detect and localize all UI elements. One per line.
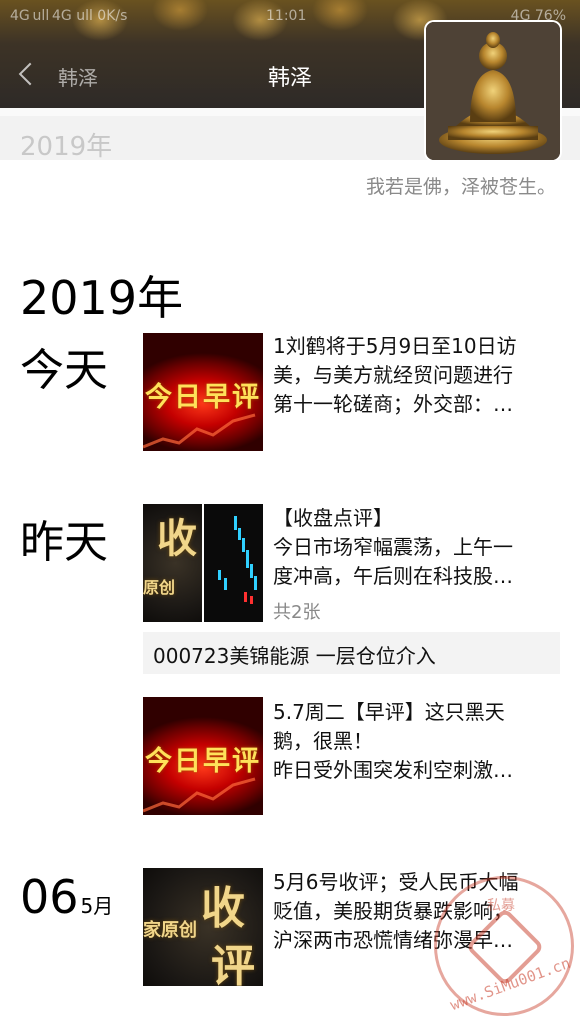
post-line: 5.7周二【早评】这只黑天 (273, 700, 505, 724)
watermark-seal: 私募 www.SiMu001.cn (434, 876, 574, 1016)
day-label-date: 06 5月 (20, 870, 113, 924)
post-text-today-1[interactable]: 1刘鹤将于5月9日至10日访 美，与美方就经贸问题进行 第十一轮磋商；外交部：… (273, 332, 553, 419)
post-line: 度冲高，午后则在科技股… (273, 564, 513, 588)
month-label: 5月 (80, 894, 114, 918)
thumbnail-char: 收 (201, 883, 245, 934)
post-line: 美，与美方就经贸问题进行 (273, 363, 513, 387)
candlestick-chart-icon (218, 516, 257, 604)
watermark-chars: 私募 (487, 898, 515, 914)
sticky-year: 2019年 (20, 132, 113, 162)
post-thumbnail[interactable]: 收 评 家原创 (143, 868, 263, 986)
day-label-today: 今天 (20, 345, 108, 396)
post-line: 鹅，很黑！ (273, 729, 373, 753)
thumbnail-char: 原创 (143, 578, 176, 597)
avatar[interactable] (426, 22, 560, 160)
post-thumbnail-chart[interactable] (204, 504, 263, 622)
post-line: 第十一轮磋商；外交部：… (273, 392, 513, 416)
profile-signature: 我若是佛，泽被苍生。 (365, 176, 556, 198)
post-thumbnail[interactable]: 今日早评 (143, 333, 263, 451)
thumbnail-caption: 今日早评 (145, 382, 261, 413)
text-only-post[interactable]: 000723美锦能源 一层仓位介入 (143, 632, 560, 674)
post-thumbnail[interactable]: 收 原创 (143, 504, 202, 622)
day-label-yesterday: 昨天 (20, 517, 108, 568)
day-number: 06 (20, 870, 79, 924)
thumbnail-char: 评 (211, 941, 255, 986)
year-heading: 2019年 (20, 271, 184, 325)
post-line: 1刘鹤将于5月9日至10日访 (273, 334, 517, 358)
post-line: 【收盘点评】 (273, 506, 393, 530)
thumbnail-char: 收 (157, 516, 197, 562)
thumbnail-char: 家原创 (143, 920, 197, 941)
post-line: 昨日受外围突发利空刺激… (273, 758, 513, 782)
thumbnail-caption: 今日早评 (145, 746, 261, 777)
post-text-yesterday-3[interactable]: 5.7周二【早评】这只黑天 鹅，很黑！ 昨日受外围突发利空刺激… (273, 698, 553, 785)
post-text-yesterday-1[interactable]: 【收盘点评】 今日市场窄幅震荡，上午一 度冲高，午后则在科技股… (273, 504, 553, 591)
buddha-avatar-icon (426, 22, 560, 160)
post-line: 今日市场窄幅震荡，上午一 (273, 535, 513, 559)
image-count: 共2张 (273, 602, 321, 623)
status-signal: 4G ull 4G ull 0K/s (10, 8, 128, 24)
text-post-content: 000723美锦能源 一层仓位介入 (153, 644, 436, 668)
post-thumbnail[interactable]: 今日早评 (143, 697, 263, 815)
trend-arrow-icon (143, 413, 256, 449)
status-time: 11:01 (266, 8, 307, 24)
trend-arrow-icon (143, 777, 256, 813)
